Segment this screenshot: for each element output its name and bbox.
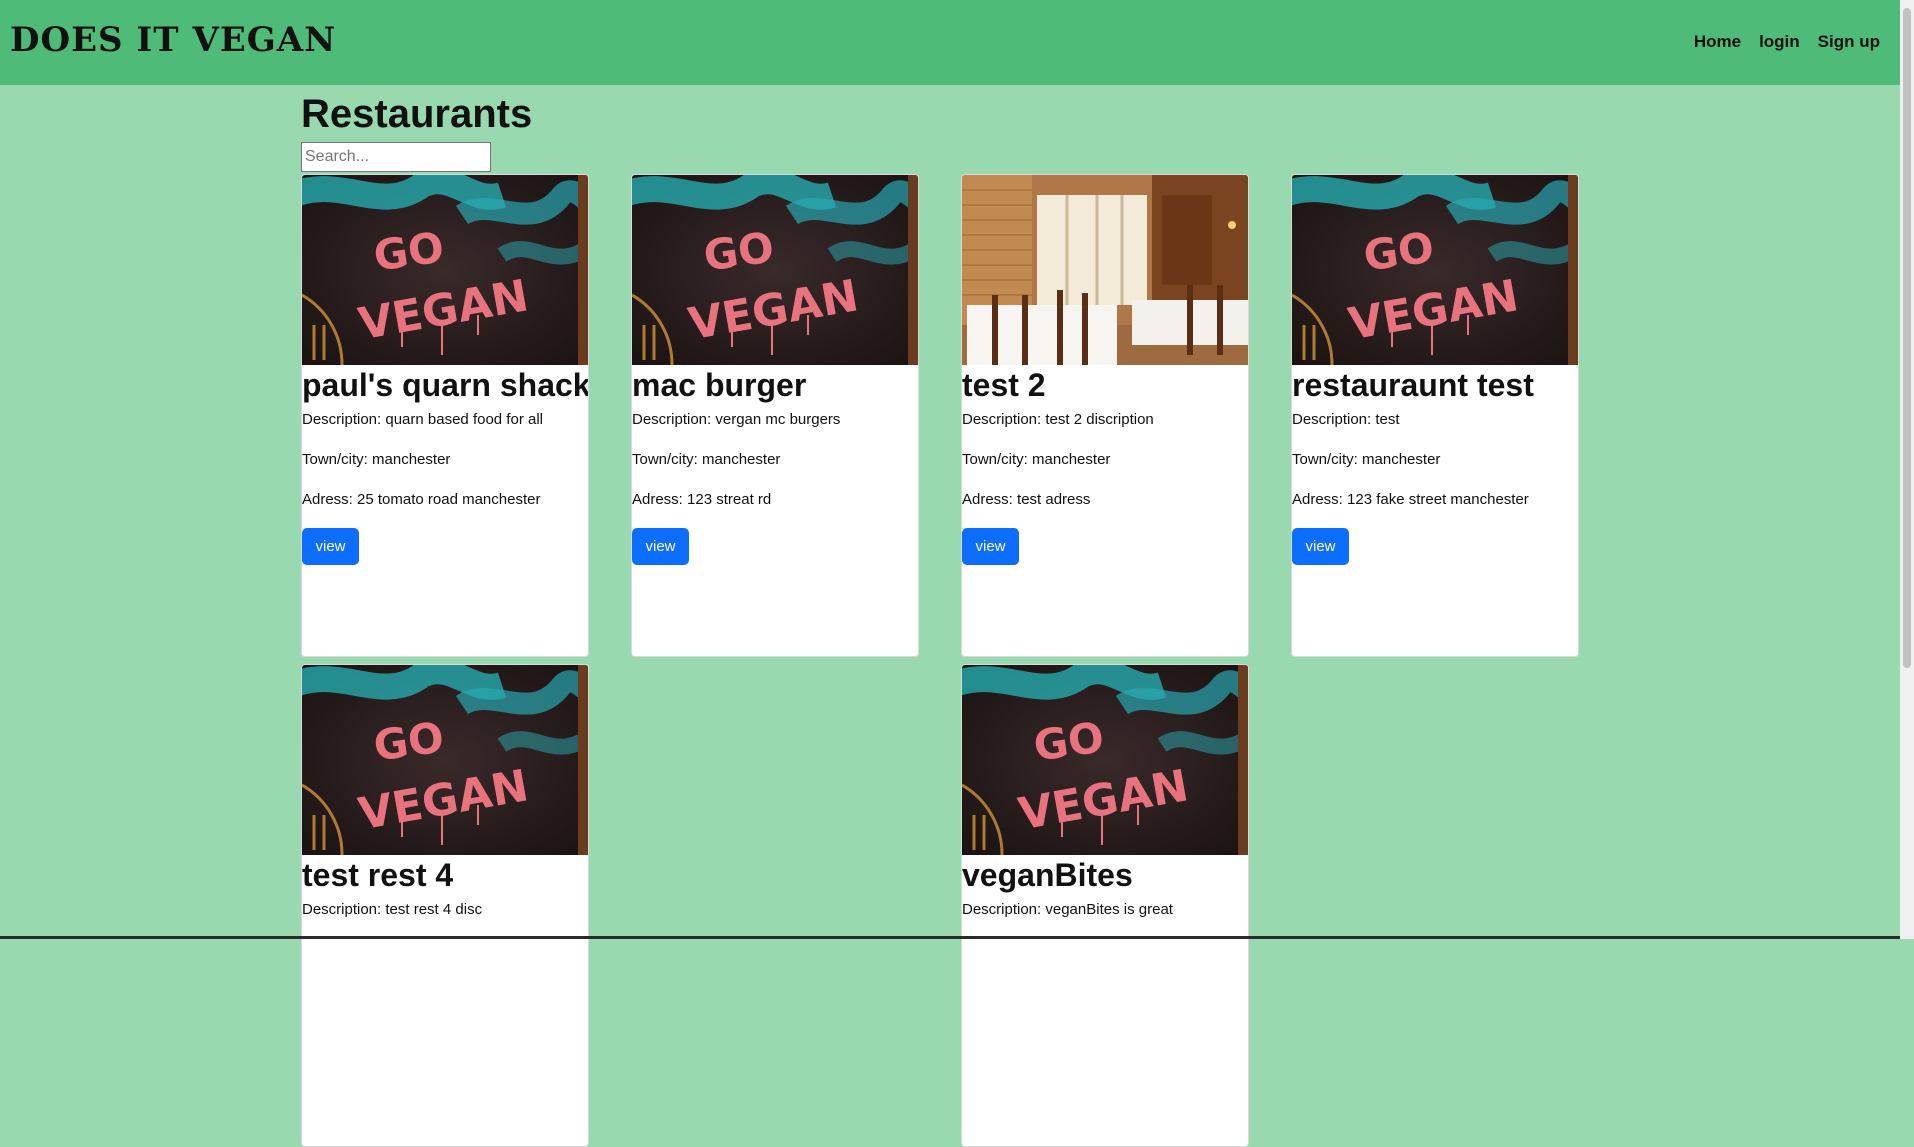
address-label: Adress:: [1292, 491, 1347, 508]
nav-link-login[interactable]: login: [1759, 32, 1800, 52]
town-value: manchester: [1362, 451, 1440, 468]
card-body: veganBites Description: veganBites is gr…: [962, 857, 1248, 918]
restaurant-description: Description: quarn based food for all: [302, 412, 588, 428]
svg-text:GO: GO: [1031, 712, 1107, 770]
description-label: Description:: [1292, 411, 1375, 428]
town-value: manchester: [1032, 451, 1110, 468]
town-value: manchester: [702, 451, 780, 468]
restaurant-address: Adress: test adress: [962, 492, 1248, 508]
restaurant-town: Town/city: manchester: [632, 452, 918, 468]
scrollbar-thumb[interactable]: [1903, 8, 1911, 668]
go-vegan-graffiti-image: GO VEGAN: [302, 665, 588, 855]
view-button[interactable]: view: [302, 528, 359, 565]
restaurant-interior-image: [962, 175, 1248, 365]
restaurant-name: mac burger: [632, 367, 918, 404]
nav-link-home[interactable]: Home: [1694, 32, 1741, 52]
restaurant-name: test rest 4: [302, 857, 588, 894]
card-body: restauraunt test Description: test Town/…: [1292, 367, 1578, 565]
go-vegan-graffiti-image: GO VEGAN: [632, 175, 918, 365]
card-body: test 2 Description: test 2 discription T…: [962, 367, 1248, 565]
description-value: vergan mc burgers: [715, 411, 840, 428]
svg-text:GO: GO: [371, 712, 447, 770]
address-value: 123 streat rd: [687, 491, 771, 508]
restaurant-town: Town/city: manchester: [962, 452, 1248, 468]
address-label: Adress:: [302, 491, 357, 508]
restaurant-description: Description: test rest 4 disc: [302, 902, 588, 918]
go-vegan-graffiti-image: GO VEGAN: [1292, 175, 1578, 365]
town-label: Town/city:: [1292, 451, 1362, 468]
search-input[interactable]: [301, 142, 491, 172]
restaurant-name: veganBites: [962, 857, 1248, 894]
restaurant-description: Description: test: [1292, 412, 1578, 428]
main-content: Restaurants GO VEGAN paul's quarn shack …: [301, 85, 1601, 174]
description-label: Description:: [632, 411, 715, 428]
description-value: quarn based food for all: [385, 411, 543, 428]
go-vegan-graffiti-image: GO VEGAN: [962, 665, 1248, 855]
restaurant-card: test 2 Description: test 2 discription T…: [961, 174, 1249, 657]
restaurant-town: Town/city: manchester: [1292, 452, 1578, 468]
town-label: Town/city:: [302, 451, 372, 468]
description-label: Description:: [962, 901, 1045, 918]
restaurant-card: GO VEGAN paul's quarn shack Description:…: [301, 174, 589, 657]
address-value: 123 fake street manchester: [1347, 491, 1529, 508]
svg-text:GO: GO: [701, 222, 777, 280]
brand-logo[interactable]: DOES IT VEGAN: [10, 20, 336, 60]
town-label: Town/city:: [632, 451, 702, 468]
svg-text:GO: GO: [1361, 222, 1437, 280]
restaurant-description: Description: test 2 discription: [962, 412, 1248, 428]
top-navbar: DOES IT VEGAN Home login Sign up: [0, 0, 1900, 85]
restaurant-card: GO VEGAN veganBites Description: veganBi…: [961, 664, 1249, 1147]
nav-link-signup[interactable]: Sign up: [1818, 32, 1880, 52]
card-body: test rest 4 Description: test rest 4 dis…: [302, 857, 588, 918]
page-title: Restaurants: [301, 90, 1601, 138]
view-button[interactable]: view: [1292, 528, 1349, 565]
address-value: test adress: [1017, 491, 1090, 508]
description-value: veganBites is great: [1045, 901, 1173, 918]
restaurant-name: paul's quarn shack: [302, 367, 588, 404]
restaurant-description: Description: veganBites is great: [962, 902, 1248, 918]
address-value: 25 tomato road manchester: [357, 491, 540, 508]
svg-text:GO: GO: [371, 222, 447, 280]
vertical-scrollbar[interactable]: [1900, 0, 1914, 939]
address-label: Adress:: [962, 491, 1017, 508]
description-label: Description:: [302, 411, 385, 428]
restaurant-card: GO VEGAN restauraunt test Description: t…: [1291, 174, 1579, 657]
address-label: Adress:: [632, 491, 687, 508]
description-label: Description:: [302, 901, 385, 918]
card-body: mac burger Description: vergan mc burger…: [632, 367, 918, 565]
restaurant-description: Description: vergan mc burgers: [632, 412, 918, 428]
town-value: manchester: [372, 451, 450, 468]
go-vegan-graffiti-image: GO VEGAN: [302, 175, 588, 365]
description-value: test rest 4 disc: [385, 901, 482, 918]
nav-links: Home login Sign up: [1694, 32, 1880, 52]
description-label: Description:: [962, 411, 1045, 428]
restaurant-address: Adress: 123 fake street manchester: [1292, 492, 1578, 508]
restaurant-address: Adress: 123 streat rd: [632, 492, 918, 508]
restaurant-card: GO VEGAN mac burger Description: vergan …: [631, 174, 919, 657]
restaurant-town: Town/city: manchester: [302, 452, 588, 468]
restaurant-address: Adress: 25 tomato road manchester: [302, 492, 588, 508]
description-value: test: [1375, 411, 1399, 428]
card-body: paul's quarn shack Description: quarn ba…: [302, 367, 588, 565]
restaurant-name: test 2: [962, 367, 1248, 404]
restaurant-name: restauraunt test: [1292, 367, 1578, 404]
town-label: Town/city:: [962, 451, 1032, 468]
view-button[interactable]: view: [632, 528, 689, 565]
view-button[interactable]: view: [962, 528, 1019, 565]
description-value: test 2 discription: [1045, 411, 1153, 428]
restaurant-card: GO VEGAN test rest 4 Description: test r…: [301, 664, 589, 1147]
